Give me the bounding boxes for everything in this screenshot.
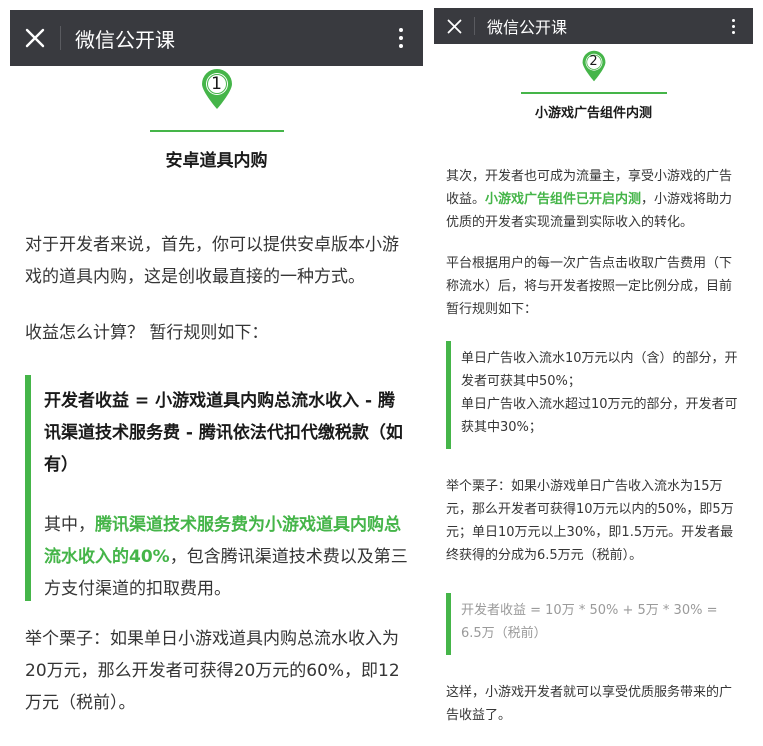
top-bar: 微信公开课 [10,10,423,66]
intro-highlight: 小游戏广告组件已开启内测 [485,192,642,207]
paragraph-intro: 其次，开发者也可成为流量主，享受小游戏的广告收益。小游戏广告组件已开启内测，小游… [446,165,741,234]
section-underline [149,130,284,132]
top-bar: 微信公开课 [434,8,753,44]
formula-text: 开发者收益 = 10万 * 50% + 5万 * 30% = 6.5万（税前） [461,603,718,641]
article-body: 对于开发者来说，首先，你可以提供安卓版本小游戏的道具内购，这是创收最直接的一种方… [10,229,423,719]
article-panel-right: 微信公开课 2 小游戏广告组件内测 其次，开发者也可成为流量主，享受小游戏的广告… [434,0,753,746]
formula-text: 开发者收益 = 小游戏道具内购总流水收入 - 腾讯渠道技术服务费 - 腾讯依法代… [44,391,403,475]
close-icon [447,19,461,33]
page-title: 微信公开课 [75,27,175,52]
article-body: 其次，开发者也可成为流量主，享受小游戏的广告收益。小游戏广告组件已开启内测，小游… [434,165,753,727]
paragraph-example: 举个栗子：如果小游戏单日广告收入流水为15万元，那么开发者可获得10万元以内的5… [446,479,734,563]
section-header: 2 小游戏广告组件内测 [434,50,753,121]
section-header: 1 安卓道具内购 [10,68,423,171]
header-divider [474,17,475,35]
page-title: 微信公开课 [487,18,568,37]
more-vertical-icon [399,28,403,32]
paragraph-conclusion: 这样，小游戏开发者就可以享受优质服务带来的广告收益了。 [446,685,733,723]
fee-note: 其中，腾讯渠道技术服务费为小游戏道具内购总流水收入的40%，包含腾讯渠道技术费以… [44,509,408,605]
close-button[interactable] [434,8,474,44]
close-icon [25,28,45,48]
rule-line-2: 单日广告收入流水超过10万元的部分，开发者可获其中30%； [461,397,738,435]
article-panel-left: 微信公开课 1 安卓道具内购 对于开发者来说，首先，你可以提供安卓版本小游戏的道… [10,0,423,746]
more-vertical-icon [731,18,735,22]
location-pin-icon: 2 [581,50,607,82]
paragraph-question: 收益怎么计算？ 暂行规则如下： [25,323,269,343]
section-number: 2 [589,54,598,69]
fee-note-prefix: 其中， [44,515,95,535]
section-title: 安卓道具内购 [165,151,268,171]
blockquote-formula: 开发者收益 = 10万 * 50% + 5万 * 30% = 6.5万（税前） [446,593,741,655]
more-button[interactable] [713,8,753,44]
section-number: 1 [211,74,222,94]
close-button[interactable] [10,10,60,66]
blockquote-formula: 开发者收益 = 小游戏道具内购总流水收入 - 腾讯渠道技术服务费 - 腾讯依法代… [25,375,408,601]
blockquote-rules: 单日广告收入流水10万元以内（含）的部分，开发者可获其中50%； 单日广告收入流… [446,341,741,449]
paragraph-example: 举个栗子：如果单日小游戏道具内购总流水收入为20万元，那么开发者可获得20万元的… [25,629,400,713]
paragraph-rules: 平台根据用户的每一次广告点击收取广告费用（下称流水）后，将与开发者按照一定比例分… [446,256,733,317]
location-pin-icon: 1 [200,68,234,110]
section-underline [520,92,667,94]
section-title: 小游戏广告组件内测 [534,106,652,121]
paragraph-intro: 对于开发者来说，首先，你可以提供安卓版本小游戏的道具内购，这是创收最直接的一种方… [25,235,399,287]
rule-line-1: 单日广告收入流水10万元以内（含）的部分，开发者可获其中50%； [461,351,738,389]
header-divider [60,26,61,50]
more-button[interactable] [379,10,423,66]
